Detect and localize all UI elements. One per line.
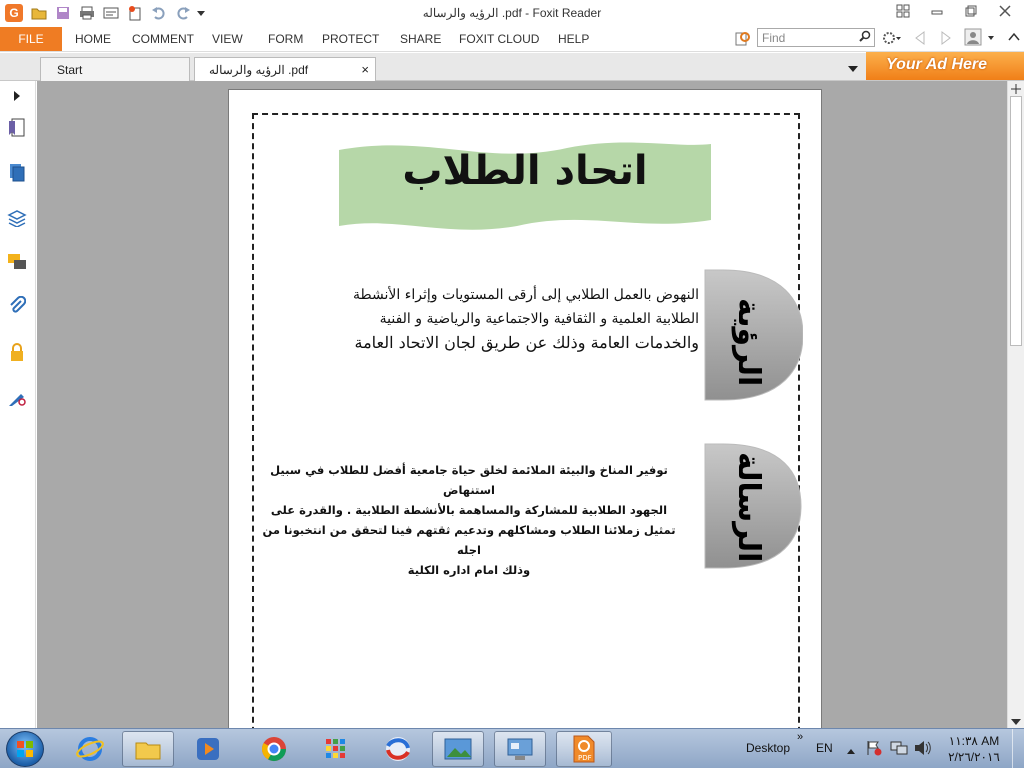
language-indicator[interactable]: EN — [816, 741, 833, 755]
ad-banner[interactable]: Your Ad Here — [866, 52, 1024, 80]
navigation-panel — [0, 81, 36, 728]
search-icon[interactable] — [859, 30, 871, 45]
show-hidden-icons-icon[interactable] — [846, 744, 856, 758]
redo-icon[interactable] — [174, 4, 192, 22]
scroll-down-icon[interactable] — [1011, 715, 1021, 729]
scroll-thumb[interactable] — [1010, 96, 1022, 346]
clock-time: ١١:٣٨ AM — [948, 734, 1000, 748]
save-icon[interactable] — [54, 4, 72, 22]
vision-line: والخدمات العامة وذلك عن طريق لجان الاتحا… — [354, 333, 699, 352]
volume-icon[interactable] — [914, 740, 932, 759]
chrome-icon[interactable] — [248, 731, 300, 767]
foxit-logo-icon[interactable]: G — [5, 4, 23, 22]
file-tab[interactable]: FILE — [0, 27, 62, 51]
file-explorer-icon[interactable] — [122, 731, 174, 767]
tab-foxit-cloud[interactable]: FOXIT CLOUD — [459, 32, 539, 46]
vision-label: الرؤية — [731, 297, 766, 386]
tab-home[interactable]: HOME — [75, 32, 111, 46]
close-tab-icon[interactable]: × — [361, 62, 369, 77]
mission-label: الرسالة — [731, 451, 766, 562]
restore-button[interactable] — [954, 0, 988, 22]
tab-help[interactable]: HELP — [558, 32, 589, 46]
start-button[interactable] — [6, 731, 44, 767]
pdf-page: اتحاد الطلاب الرؤية النهوض بالعمل الطلاب… — [228, 89, 822, 728]
find-options-icon[interactable] — [735, 30, 751, 49]
document-viewer[interactable]: اتحاد الطلاب الرؤية النهوض بالعمل الطلاب… — [37, 81, 1007, 728]
tab-active-document[interactable]: الرؤيه والرساله .pdf × — [194, 57, 376, 81]
tab-active-label: الرؤيه والرساله .pdf — [209, 63, 309, 77]
svg-text:PDF: PDF — [578, 754, 592, 762]
signature-icon[interactable] — [6, 387, 28, 409]
user-icon[interactable] — [964, 28, 996, 51]
previous-icon[interactable] — [914, 31, 926, 48]
action-center-flag-icon[interactable] — [866, 740, 882, 759]
media-player-icon[interactable] — [182, 731, 234, 767]
find-input[interactable]: Find — [757, 28, 875, 47]
vision-text: النهوض بالعمل الطلابي إلى أرقى المستويات… — [309, 283, 699, 355]
clock-date: ٢/٢٦/٢٠١٦ — [948, 750, 1000, 764]
close-window-button[interactable] — [988, 0, 1022, 22]
security-lock-icon[interactable] — [6, 341, 28, 363]
browser-swirl-icon[interactable] — [372, 731, 424, 767]
comments-icon[interactable] — [6, 251, 28, 273]
mission-line: توفير المناخ والبيئة الملائمة لخلق حياة … — [270, 463, 668, 497]
desktop-toolbar-label[interactable]: Desktop — [746, 741, 790, 755]
mission-line: تمثيل زملائنا الطلاب ومشاكلهم وتدعيم ثقت… — [262, 523, 676, 557]
tab-form[interactable]: FORM — [268, 32, 303, 46]
desktop-chevron-icon[interactable]: » — [797, 731, 803, 743]
mission-line: وذلك امام اداره الكلية — [407, 563, 531, 577]
vision-line: النهوض بالعمل الطلابي إلى أرقى المستويات… — [353, 287, 699, 303]
find-placeholder: Find — [762, 31, 786, 45]
customize-toolbar-icon[interactable] — [196, 4, 206, 22]
photo-viewer-icon[interactable] — [432, 731, 484, 767]
layout-icon[interactable] — [886, 0, 920, 22]
pages-icon[interactable] — [6, 161, 28, 183]
mission-text: توفير المناخ والبيئة الملائمة لخلق حياة … — [259, 460, 679, 580]
tab-start[interactable]: Start — [40, 57, 190, 81]
internet-explorer-icon[interactable] — [64, 731, 116, 767]
vision-line: الطلابية العلمية و الثقافية والاجتماعية … — [379, 311, 699, 327]
control-panel-icon[interactable] — [494, 731, 546, 767]
network-icon[interactable] — [890, 740, 908, 759]
title-bar: G الرؤيه والرساله .pdf - Foxit Reader — [0, 0, 1024, 26]
show-desktop-button[interactable] — [1012, 729, 1024, 769]
tab-comment[interactable]: COMMENT — [132, 32, 194, 46]
tab-view[interactable]: VIEW — [212, 32, 243, 46]
system-clock[interactable]: ١١:٣٨ AM ٢/٢٦/٢٠١٦ — [944, 733, 1004, 765]
undo-icon[interactable] — [150, 4, 168, 22]
tab-start-label: Start — [57, 63, 83, 77]
bookmark-icon[interactable] — [6, 117, 28, 139]
tab-protect[interactable]: PROTECT — [322, 32, 379, 46]
tab-share[interactable]: SHARE — [400, 32, 441, 46]
new-document-icon[interactable] — [126, 4, 144, 22]
expand-panel-icon[interactable] — [6, 85, 28, 107]
properties-icon[interactable] — [102, 4, 120, 22]
tab-list-dropdown-icon[interactable] — [848, 62, 858, 76]
document-title: اتحاد الطلاب — [402, 148, 648, 194]
attachment-icon[interactable] — [6, 295, 28, 317]
split-icon[interactable] — [1011, 83, 1021, 97]
windows-taskbar: PDF Desktop » EN ١١:٣٨ AM ٢/٢٦/٢٠١٦ — [0, 728, 1024, 769]
foxit-taskbar-icon[interactable]: PDF — [556, 731, 612, 767]
open-icon[interactable] — [30, 4, 48, 22]
apps-grid-icon[interactable] — [310, 731, 362, 767]
mission-line: الجهود الطلابية للمشاركة والمساهمة بالأن… — [270, 503, 668, 517]
collapse-ribbon-icon[interactable] — [1008, 31, 1020, 46]
settings-icon[interactable] — [882, 30, 902, 49]
layers-icon[interactable] — [6, 207, 28, 229]
minimize-button[interactable] — [920, 0, 954, 22]
print-icon[interactable] — [78, 4, 96, 22]
next-icon[interactable] — [940, 31, 952, 48]
vertical-scrollbar[interactable] — [1007, 81, 1024, 728]
